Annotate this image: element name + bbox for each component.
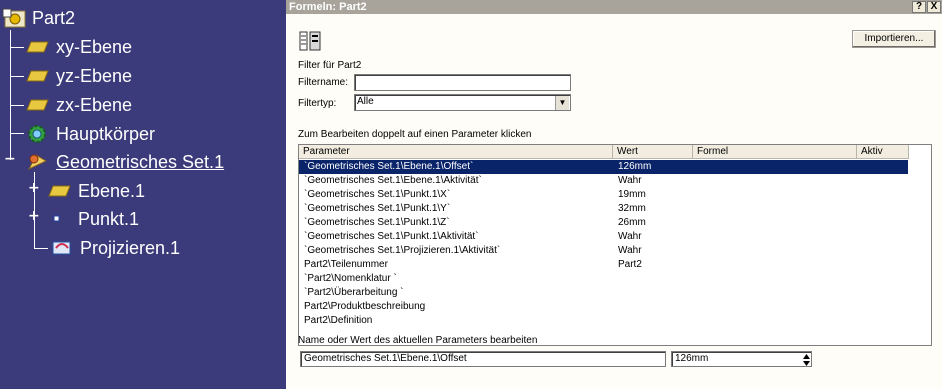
expand-toggle[interactable]: + (28, 181, 40, 195)
cell-parameter: Part2\Produktbeschreibung (304, 301, 426, 312)
tree-connector (10, 105, 24, 106)
close-button[interactable]: X (927, 1, 941, 13)
filtertype-select[interactable]: Alle ▼ (354, 94, 571, 111)
edit-label: Name oder Wert des aktuellen Parameters … (298, 335, 538, 346)
cell-value: Wahr (618, 175, 642, 186)
formulas-dialog: Formeln: Part2 ? X Importieren... Filter… (286, 0, 942, 389)
parameter-name-field[interactable]: Geometrisches Set.1\Ebene.1\Offset (300, 351, 666, 367)
gear-body-icon (28, 125, 46, 143)
edit-hint: Zum Bearbeiten doppelt auf einen Paramet… (298, 129, 532, 140)
cell-parameter: `Geometrisches Set.1\Punkt.1\Aktivität` (304, 231, 479, 242)
tree-item-xy-plane[interactable]: xy-Ebene (26, 35, 134, 59)
tree-item-label: zx-Ebene (56, 95, 133, 115)
parameter-value-field[interactable]: 126mm (671, 351, 812, 367)
tree-item-geometrical-set[interactable]: Geometrisches Set.1 (26, 150, 226, 174)
cell-value: Part2 (618, 259, 642, 270)
tree-item-point-1[interactable]: Punkt.1 (48, 207, 141, 231)
plane-icon (48, 185, 71, 197)
tree-item-label: Ebene.1 (78, 181, 146, 201)
cell-parameter: `Geometrisches Set.1\Projizieren.1\Aktiv… (304, 245, 501, 256)
cell-parameter: Part2\Teilenummer (304, 259, 388, 270)
plane-icon (26, 41, 49, 53)
column-header-active[interactable]: Aktiv (857, 145, 909, 159)
cell-value: 32mm (618, 203, 646, 214)
tree-item-yz-plane[interactable]: yz-Ebene (26, 64, 134, 88)
parameter-value-text: 126mm (675, 353, 709, 364)
chevron-down-icon[interactable]: ▼ (555, 96, 569, 110)
projection-icon (52, 241, 71, 255)
table-row[interactable]: `Part2\Überarbeitung ` (299, 286, 908, 300)
filtertype-value: Alle (357, 96, 374, 107)
tree-item-main-body[interactable]: Hauptkörper (26, 122, 157, 146)
tree-item-label: Geometrisches Set.1 (56, 152, 225, 172)
table-row[interactable]: `Geometrisches Set.1\Ebene.1\Aktivität` W… (299, 174, 908, 188)
filter-heading: Filter für Part2 (298, 60, 362, 71)
cell-value: 26mm (618, 217, 646, 228)
tree-item-label: yz-Ebene (56, 66, 133, 86)
filtername-input[interactable] (354, 74, 571, 91)
tree-connector (34, 248, 48, 249)
geometrical-set-icon (27, 154, 48, 171)
tree-item-projection-1[interactable]: Projizieren.1 (50, 236, 182, 260)
column-header-parameter[interactable]: Parameter (299, 145, 613, 159)
plane-icon (26, 70, 49, 82)
tree-root-label: Part2 (32, 8, 76, 28)
tree-item-label: Hauptkörper (56, 124, 156, 144)
help-button[interactable]: ? (912, 1, 926, 13)
table-row[interactable]: `Geometrisches Set.1\Projizieren.1\Aktiv… (299, 244, 908, 258)
table-row[interactable]: `Geometrisches Set.1\Punkt.1\Z` 26mm (299, 216, 908, 230)
column-header-value[interactable]: Wert (613, 145, 693, 159)
tree-item-label: Punkt.1 (78, 209, 140, 229)
tree-connector (10, 133, 24, 134)
tree-item-plane-1[interactable]: Ebene.1 (48, 179, 147, 203)
part-icon (2, 8, 26, 28)
cell-value: Wahr (618, 231, 642, 242)
table-row[interactable]: `Geometrisches Set.1\Punkt.1\X` 19mm (299, 188, 908, 202)
table-row[interactable]: `Geometrisches Set.1\Ebene.1\Offset` 126m… (299, 160, 908, 174)
cell-parameter: `Geometrisches Set.1\Punkt.1\Y` (304, 203, 451, 214)
spinner-arrows-icon[interactable] (802, 352, 811, 367)
table-row[interactable]: `Geometrisches Set.1\Punkt.1\Aktivität` W… (299, 230, 908, 244)
cell-parameter: `Geometrisches Set.1\Punkt.1\X` (304, 189, 451, 200)
cell-parameter: `Geometrisches Set.1\Ebene.1\Aktivität` (304, 175, 482, 186)
cell-parameter: `Geometrisches Set.1\Punkt.1\Z` (304, 217, 450, 228)
tree-root[interactable]: Part2 (2, 6, 77, 30)
plane-icon (26, 99, 49, 111)
table-row[interactable]: Part2\Teilenummer Part2 (299, 258, 908, 272)
import-button[interactable]: Importieren... (852, 30, 936, 48)
dialog-body: Importieren... Filter für Part2 Filterna… (286, 14, 942, 389)
filtername-label: Filtername: (298, 77, 349, 88)
cell-value: Wahr (618, 245, 642, 256)
filtertype-label: Filtertyp: (298, 98, 337, 109)
expand-toggle[interactable]: + (28, 209, 40, 223)
tree-connector (10, 76, 24, 77)
tree-item-zx-plane[interactable]: zx-Ebene (26, 93, 134, 117)
collapse-toggle[interactable]: − (4, 152, 16, 166)
tree-connector (10, 47, 24, 48)
column-header-formula[interactable]: Formel (693, 145, 857, 159)
table-row[interactable]: Part2\Definition (299, 314, 908, 328)
table-row[interactable]: `Part2\Nomenklatur ` (299, 272, 908, 286)
point-icon (53, 215, 60, 222)
formula-list-icon (299, 31, 321, 51)
cell-value: 19mm (618, 189, 646, 200)
formula-tool-button[interactable] (296, 28, 324, 54)
dialog-titlebar[interactable]: Formeln: Part2 ? X (286, 0, 942, 14)
tree-item-label: xy-Ebene (56, 37, 133, 57)
dialog-title: Formeln: Part2 (289, 1, 367, 13)
cell-parameter: `Part2\Nomenklatur ` (304, 273, 397, 284)
parameter-table: Parameter Wert Formel Aktiv `Geometrisch… (298, 144, 932, 346)
table-row[interactable]: `Geometrisches Set.1\Punkt.1\Y` 32mm (299, 202, 908, 216)
tree-connector (10, 30, 11, 160)
cell-parameter: `Part2\Überarbeitung ` (304, 287, 404, 298)
cell-value: 126mm (618, 161, 652, 172)
cell-parameter: Part2\Definition (304, 315, 373, 326)
specification-tree: Part2 xy-Ebene yz-Ebene zx-Ebene Hauptkö… (0, 0, 286, 389)
tree-item-label: Projizieren.1 (80, 238, 181, 258)
cell-parameter: `Geometrisches Set.1\Ebene.1\Offset` (304, 161, 474, 172)
table-row[interactable]: Part2\Produktbeschreibung (299, 300, 908, 314)
